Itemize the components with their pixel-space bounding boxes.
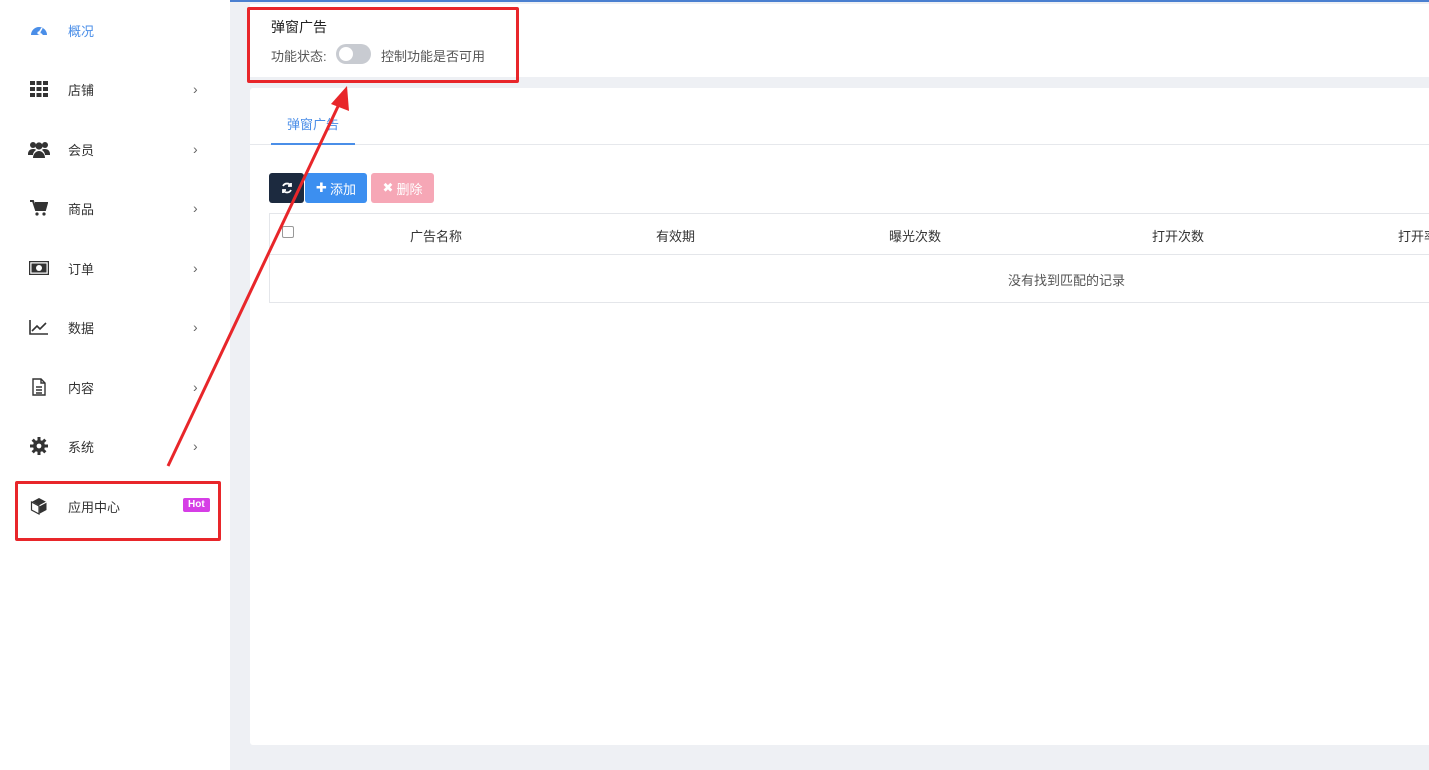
add-button[interactable]: ✚ 添加 [305, 173, 367, 203]
tab-popup-ads[interactable]: 弹窗广告 [271, 114, 355, 145]
hot-badge: Hot [183, 498, 210, 512]
sidebar-item-label: 商品 [68, 201, 95, 217]
chevron-right-icon: › [193, 379, 198, 395]
chevron-right-icon: › [193, 260, 198, 276]
column-header-validity[interactable]: 有效期 [656, 226, 695, 245]
top-accent-line [230, 0, 1429, 2]
add-label: 添加 [329, 181, 356, 197]
chevron-right-icon: › [193, 200, 198, 216]
document-icon [28, 376, 50, 398]
gear-icon [28, 435, 50, 457]
select-all-checkbox[interactable] [282, 226, 294, 238]
sidebar-item-orders[interactable]: 订单 › [0, 248, 230, 288]
money-icon [28, 257, 50, 279]
sidebar-item-data[interactable]: 数据 › [0, 307, 230, 347]
sidebar-item-label: 系统 [68, 439, 95, 455]
column-header-name[interactable]: 广告名称 [410, 226, 462, 245]
sidebar-item-goods[interactable]: 商品 › [0, 188, 230, 228]
sidebar-item-label: 应用中心 [68, 499, 121, 515]
page-title: 弹窗广告 [271, 19, 327, 35]
delete-button[interactable]: ✖ 删除 [371, 173, 434, 203]
sidebar-item-label: 内容 [68, 380, 95, 396]
sidebar-item-label: 会员 [68, 142, 95, 158]
plus-icon: ✚ [316, 180, 327, 195]
sidebar-item-content[interactable]: 内容 › [0, 367, 230, 407]
refresh-button[interactable] [269, 173, 304, 203]
ads-table: 广告名称 有效期 曝光次数 打开次数 打开率 没有找到匹配的记录 [269, 213, 1429, 303]
dashboard-icon [28, 19, 50, 41]
line-chart-icon [28, 316, 50, 338]
tab-bar: 弹窗广告 [250, 88, 1429, 145]
feature-header-card: 弹窗广告 功能状态: 控制功能是否可用 [250, 4, 1429, 77]
users-icon [28, 138, 50, 160]
sidebar-item-system[interactable]: 系统 › [0, 426, 230, 466]
empty-message: 没有找到匹配的记录 [1008, 273, 1126, 288]
column-header-open-rate[interactable]: 打开率 [1398, 226, 1429, 245]
chevron-right-icon: › [193, 438, 198, 454]
chevron-right-icon: › [193, 141, 198, 157]
chevron-right-icon: › [193, 81, 198, 97]
cube-icon [28, 495, 50, 517]
sidebar-item-label: 店铺 [68, 82, 95, 98]
content-card: 弹窗广告 ✚ 添加 ✖ 删除 广告名称 有效期 曝光次数 打开次数 打开率 没有… [250, 88, 1429, 745]
toggle-knob [339, 47, 353, 61]
sidebar-item-overview[interactable]: 概况 [0, 10, 230, 50]
table-header: 广告名称 有效期 曝光次数 打开次数 打开率 [270, 214, 1429, 255]
feature-status-toggle[interactable] [336, 44, 371, 64]
status-label: 功能状态: [271, 49, 327, 64]
chevron-right-icon: › [193, 319, 198, 335]
cart-icon [28, 197, 50, 219]
sidebar-item-label: 概况 [68, 23, 95, 39]
close-icon: ✖ [382, 180, 394, 195]
refresh-icon [281, 182, 292, 194]
sidebar: 概况 店铺 › 会员 › 商品 › 订单 › 数据 › 内容 › 系统 › 应用… [0, 0, 230, 770]
sidebar-item-label: 数据 [68, 320, 95, 336]
sidebar-item-app-center[interactable]: 应用中心 Hot [0, 486, 230, 526]
column-header-opens[interactable]: 打开次数 [1152, 226, 1204, 245]
toggle-description: 控制功能是否可用 [381, 49, 486, 64]
sidebar-item-label: 订单 [68, 261, 95, 277]
delete-label: 删除 [396, 181, 423, 197]
grid-icon [28, 78, 50, 100]
sidebar-item-shop[interactable]: 店铺 › [0, 69, 230, 109]
sidebar-item-members[interactable]: 会员 › [0, 129, 230, 169]
column-header-impressions[interactable]: 曝光次数 [889, 226, 941, 245]
